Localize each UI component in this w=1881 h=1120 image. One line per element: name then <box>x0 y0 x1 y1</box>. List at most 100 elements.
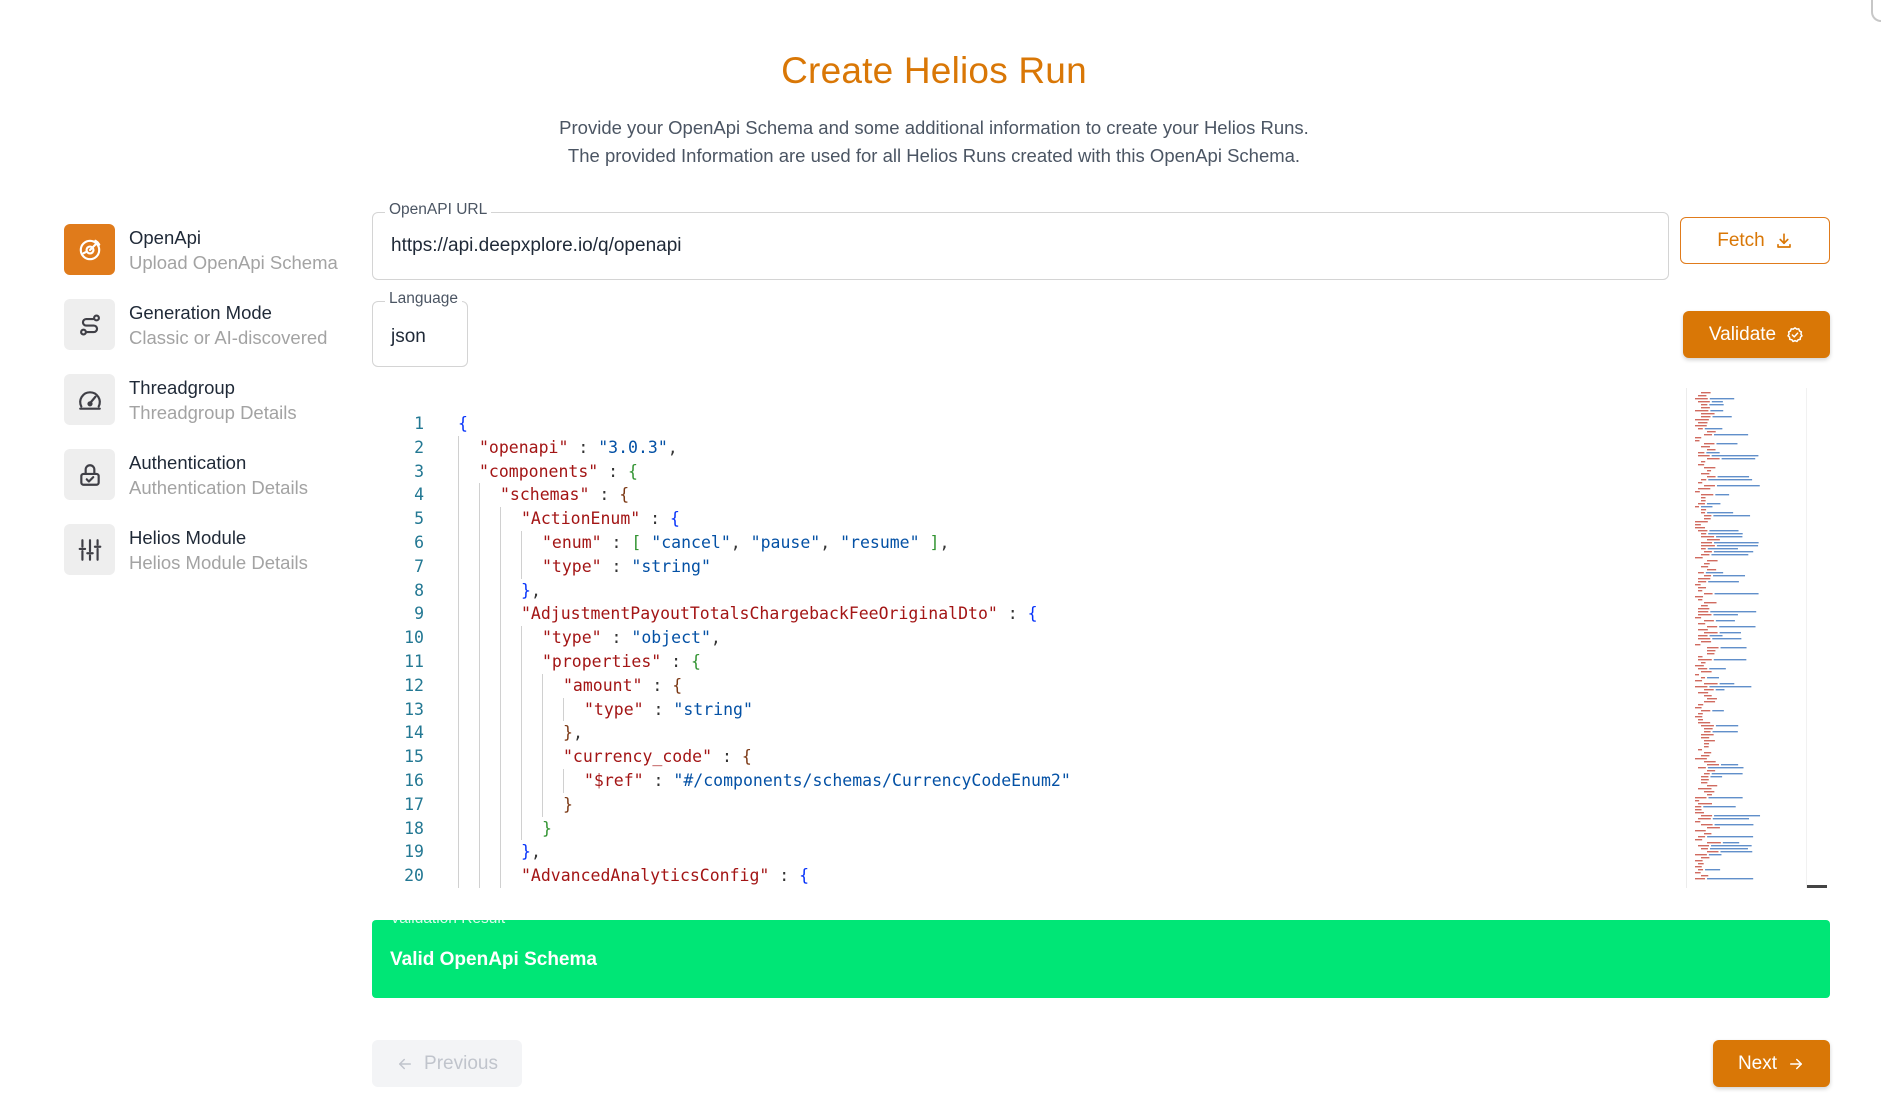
indent-guide <box>542 768 563 793</box>
previous-button-label: Previous <box>424 1052 498 1074</box>
indent-guide <box>500 673 521 698</box>
indent-guide <box>479 649 500 674</box>
step-subtitle: Threadgroup Details <box>129 402 297 423</box>
line-number: 6 <box>414 532 424 552</box>
indent-guide <box>479 483 500 508</box>
code-line: } <box>458 816 1758 841</box>
step-title: Authentication <box>129 452 247 473</box>
line-number: 5 <box>414 509 424 529</box>
indent-guide <box>500 840 521 865</box>
code-line: "ActionEnum" : { <box>458 507 1758 531</box>
indent-guide <box>500 578 521 603</box>
line-number: 10 <box>404 628 424 648</box>
step-subtitle: Authentication Details <box>129 477 308 498</box>
badge-check-icon <box>1787 326 1803 342</box>
language-field[interactable]: Language json <box>372 290 468 367</box>
next-button[interactable]: Next <box>1713 1040 1830 1087</box>
fetch-button[interactable]: Fetch <box>1680 217 1830 264</box>
line-number: 2 <box>414 437 424 457</box>
step-openapi[interactable]: OpenApi Upload OpenApi Schema <box>64 224 364 299</box>
arrow-left-icon <box>399 1058 412 1069</box>
indent-guide <box>500 649 521 674</box>
indent-guide <box>521 697 542 722</box>
step-helios-module[interactable]: Helios Module Helios Module Details <box>64 524 364 599</box>
openapi-url-input[interactable] <box>391 235 1651 257</box>
code-content[interactable]: {"openapi" : "3.0.3", "components" : {"sc… <box>458 412 1758 888</box>
code-line: }, <box>458 721 1758 746</box>
code-line: "amount" : { <box>458 673 1758 698</box>
indent-guide <box>500 697 521 722</box>
code-editor[interactable]: 1 2 3 4 5 6 7 8 9 10 11 12 13 14 15 16 1… <box>372 388 1830 888</box>
line-number: 14 <box>404 723 424 743</box>
minimap-preview <box>1695 392 1761 880</box>
indent-guide <box>521 649 542 674</box>
code-line: "AdjustmentPayoutTotalsChargebackFeeOrig… <box>458 602 1758 627</box>
indent-guide <box>479 530 500 555</box>
language-value: json <box>391 326 426 347</box>
code-minimap[interactable] <box>1686 388 1806 888</box>
indent-guide <box>479 507 500 531</box>
indent-guide <box>542 745 563 769</box>
indent-guide <box>500 507 521 531</box>
line-number: 18 <box>404 818 424 838</box>
create-helios-run-page: Create Helios Run Provide your OpenApi S… <box>0 0 1881 1120</box>
next-button-label: Next <box>1737 1052 1778 1074</box>
indent-guide <box>542 673 563 698</box>
indent-guide <box>458 435 479 460</box>
validation-result-label: Validation Result <box>390 910 506 927</box>
editor-scrollbar[interactable] <box>1806 388 1830 888</box>
indent-guide <box>458 649 479 674</box>
indent-guide <box>458 673 479 698</box>
line-number: 11 <box>404 651 424 671</box>
indent-guide <box>500 554 521 579</box>
subtitle-line-1: Provide your OpenApi Schema and some add… <box>559 117 1309 138</box>
line-number: 7 <box>414 556 424 576</box>
indent-guide <box>479 578 500 603</box>
indent-guide <box>479 816 500 841</box>
language-label: Language <box>385 290 462 308</box>
indent-guide <box>542 792 563 817</box>
download-icon <box>1776 232 1791 248</box>
indent-guide <box>479 840 500 865</box>
indent-guide <box>500 602 521 627</box>
route-icon <box>64 299 115 350</box>
indent-guide <box>500 626 521 650</box>
code-line: "AdvancedAnalyticsConfig" : { <box>458 864 1758 888</box>
indent-guide <box>479 745 500 769</box>
indent-guide <box>458 578 479 603</box>
code-line: "type" : "string" <box>458 697 1758 722</box>
validation-result: Validation Result Valid OpenApi Schema <box>372 910 1830 998</box>
validate-button[interactable]: Validate <box>1683 311 1830 358</box>
indent-guide <box>458 768 479 793</box>
scrollbar-thumb[interactable] <box>1807 885 1827 888</box>
step-subtitle: Upload OpenApi Schema <box>129 252 338 273</box>
validate-button-label: Validate <box>1708 323 1777 345</box>
indent-guide <box>479 768 500 793</box>
subtitle-line-2: The provided Information are used for al… <box>567 145 1301 166</box>
page-subtitle: Provide your OpenApi Schema and some add… <box>0 114 1868 170</box>
indent-guide <box>563 768 584 793</box>
previous-button[interactable]: Previous <box>372 1040 522 1087</box>
indent-guide <box>521 721 542 746</box>
indent-guide <box>479 602 500 627</box>
step-title: Threadgroup <box>129 377 235 398</box>
step-threadgroup[interactable]: Threadgroup Threadgroup Details <box>64 374 364 449</box>
code-line: "$ref" : "#/components/schemas/CurrencyC… <box>458 768 1758 793</box>
indent-guide <box>479 721 500 746</box>
indent-guide <box>458 816 479 841</box>
code-line: "type" : "string" <box>458 554 1758 579</box>
line-number: 4 <box>414 485 424 505</box>
step-authentication[interactable]: Authentication Authentication Details <box>64 449 364 524</box>
indent-guide <box>479 697 500 722</box>
window-corner <box>1871 0 1881 22</box>
line-number: 15 <box>404 747 424 767</box>
code-line: "properties" : { <box>458 649 1758 674</box>
indent-guide <box>521 768 542 793</box>
indent-guide <box>479 792 500 817</box>
indent-guide <box>500 530 521 555</box>
code-line: } <box>458 792 1758 817</box>
page-title: Create Helios Run <box>781 50 1087 91</box>
step-generation-mode[interactable]: Generation Mode Classic or AI-discovered <box>64 299 364 374</box>
code-line: "schemas" : { <box>458 483 1758 508</box>
code-line: }, <box>458 578 1758 603</box>
